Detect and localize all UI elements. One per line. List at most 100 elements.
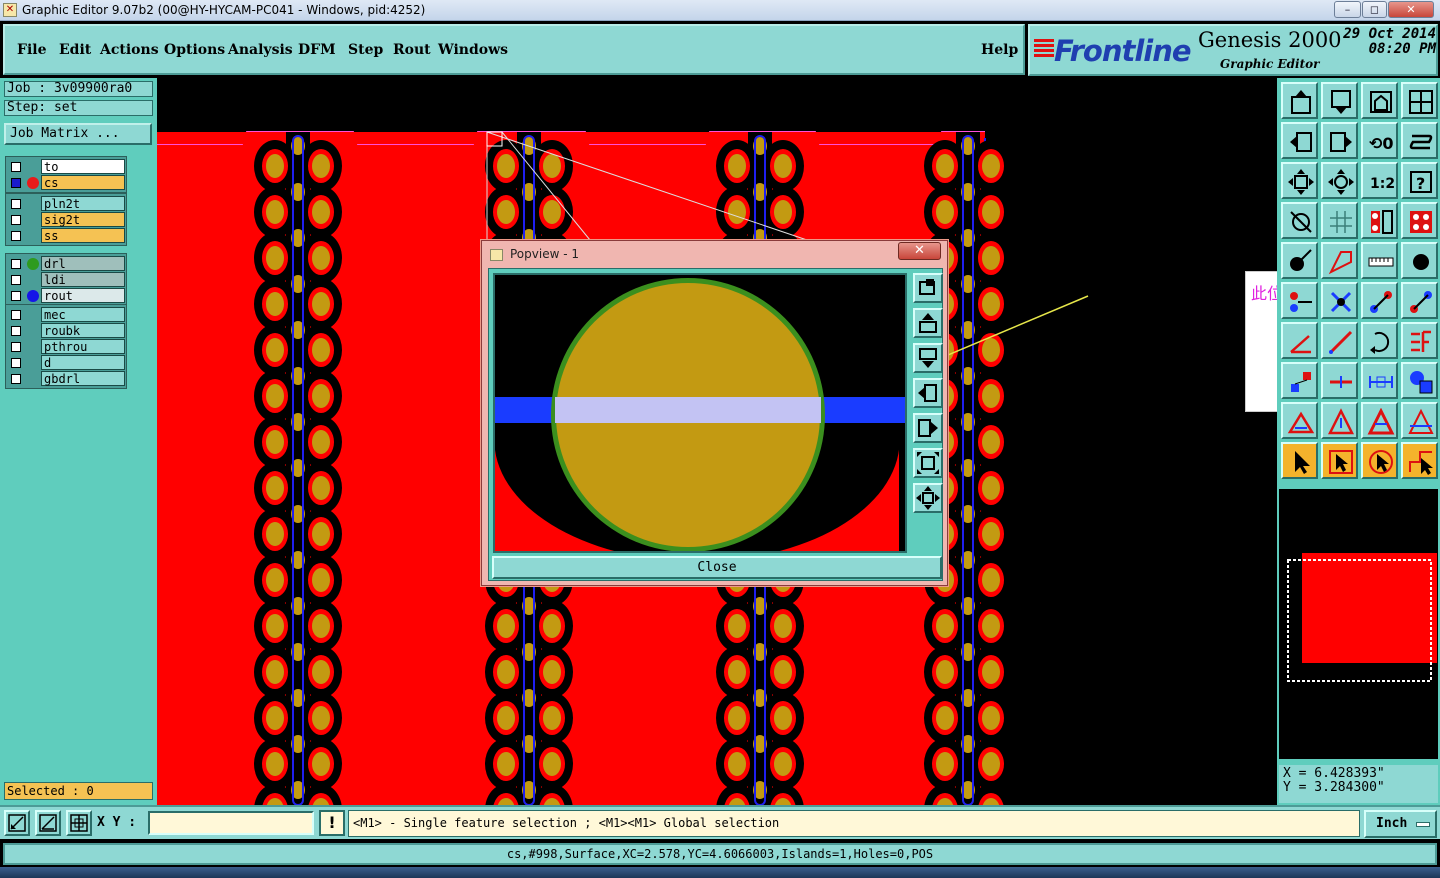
layer-name[interactable]: rout xyxy=(41,288,125,303)
layer-name[interactable]: drl xyxy=(41,256,125,271)
minimize-button[interactable]: – xyxy=(1334,1,1361,18)
menu-rout[interactable]: Rout xyxy=(393,42,431,58)
select-tool-button[interactable] xyxy=(1281,442,1318,479)
window-tool-button[interactable] xyxy=(1401,82,1438,119)
menu-actions[interactable]: Actions xyxy=(100,42,159,58)
layer-checkbox[interactable] xyxy=(11,310,21,320)
triangle-tool-button[interactable] xyxy=(1281,402,1318,439)
layer-down-tool-button[interactable] xyxy=(1321,82,1358,119)
layer-row-pthrou[interactable]: pthrou xyxy=(7,339,125,354)
layer-checkbox[interactable] xyxy=(11,215,21,225)
layer-row-gbdrl[interactable]: gbdrl xyxy=(7,371,125,386)
line-tool-button[interactable] xyxy=(1321,322,1358,359)
shapes-tool-button[interactable] xyxy=(1401,362,1438,399)
split-tool-button[interactable] xyxy=(1401,322,1438,359)
layer-checkbox[interactable] xyxy=(11,162,21,172)
layer-name[interactable]: roubk xyxy=(41,323,125,338)
layer-checkbox[interactable] xyxy=(11,199,21,209)
popview-pan-down-button[interactable] xyxy=(913,343,943,373)
popview-pan-right-button[interactable] xyxy=(913,413,943,443)
pan-left-tool-button[interactable] xyxy=(1281,122,1318,159)
popview-close-x[interactable]: ✕ xyxy=(898,242,941,260)
layer-row-to[interactable]: to xyxy=(7,159,125,174)
popview-pan-left-button[interactable] xyxy=(913,378,943,408)
select-box-tool-button[interactable] xyxy=(1321,442,1358,479)
layer-name[interactable]: ss xyxy=(41,228,125,243)
snake-tool-button[interactable] xyxy=(1401,122,1438,159)
job-matrix-button[interactable]: Job Matrix ... xyxy=(4,123,152,145)
menu-file[interactable]: File xyxy=(17,42,46,58)
home-tool-button[interactable] xyxy=(1361,82,1398,119)
warning-button[interactable]: ! xyxy=(319,810,345,836)
layer-checkbox[interactable] xyxy=(11,231,21,241)
popview-zoom-fit-button[interactable] xyxy=(913,448,943,478)
cross-tool-button[interactable] xyxy=(1321,282,1358,319)
snap-angle-icon[interactable] xyxy=(35,810,61,836)
layer-checkbox[interactable] xyxy=(11,342,21,352)
pads-red-tool-button[interactable] xyxy=(1401,202,1438,239)
popview-close-button[interactable]: Close xyxy=(492,556,942,579)
select-path-tool-button[interactable] xyxy=(1401,442,1438,479)
circle-tool-button[interactable] xyxy=(1401,242,1438,279)
xy-input[interactable] xyxy=(148,811,314,835)
layer-name[interactable]: gbdrl xyxy=(41,371,125,386)
layer-row-ldi[interactable]: ldi xyxy=(7,272,125,287)
menu-help[interactable]: Help xyxy=(981,42,1018,58)
menu-options[interactable]: Options xyxy=(164,42,225,58)
layer-row-ss[interactable]: ss xyxy=(7,228,125,243)
layer-checkbox[interactable] xyxy=(11,178,21,188)
popview-zoom-center-button[interactable] xyxy=(913,483,943,513)
layer-row-d[interactable]: d xyxy=(7,355,125,370)
layer-name[interactable]: to xyxy=(41,159,125,174)
link-tool-button[interactable] xyxy=(1361,282,1398,319)
close-window-button[interactable]: ✕ xyxy=(1388,1,1434,18)
layer-name[interactable]: d xyxy=(41,355,125,370)
ruler-tool-button[interactable] xyxy=(1361,242,1398,279)
layer-checkbox[interactable] xyxy=(11,259,21,269)
popview-zoom-window-button[interactable] xyxy=(913,273,943,303)
snap-mode-icon[interactable] xyxy=(4,810,30,836)
layer-row-roubk[interactable]: roubk xyxy=(7,323,125,338)
layer-row-rout[interactable]: rout xyxy=(7,288,125,303)
menu-windows[interactable]: Windows xyxy=(438,42,508,58)
unit-selector[interactable]: Inch xyxy=(1364,810,1437,838)
arc-tool-button[interactable] xyxy=(1361,322,1398,359)
layer-checkbox[interactable] xyxy=(11,326,21,336)
maximize-button[interactable]: ◻ xyxy=(1362,1,1387,18)
menu-edit[interactable]: Edit xyxy=(59,42,91,58)
menu-step[interactable]: Step xyxy=(348,42,383,58)
dimension-tool-button[interactable] xyxy=(1361,362,1398,399)
menu-analysis[interactable]: Analysis xyxy=(228,42,293,58)
pointer-tool-button[interactable] xyxy=(1281,242,1318,279)
layer-row-pln2t[interactable]: pln2t xyxy=(7,196,125,211)
layer-name[interactable]: pthrou xyxy=(41,339,125,354)
help-tool-button[interactable]: ? xyxy=(1401,162,1438,199)
triangle-c-tool-button[interactable] xyxy=(1361,402,1398,439)
layer-checkbox[interactable] xyxy=(11,275,21,285)
link-red-tool-button[interactable] xyxy=(1401,282,1438,319)
popview-canvas[interactable] xyxy=(493,273,907,553)
layer-name[interactable]: ldi xyxy=(41,272,125,287)
layer-row-mec[interactable]: mec xyxy=(7,307,125,322)
layer-up-tool-button[interactable] xyxy=(1281,82,1318,119)
pads-tool-button[interactable] xyxy=(1361,202,1398,239)
snap-grid-icon[interactable] xyxy=(66,810,92,836)
grid-tool-button[interactable] xyxy=(1321,202,1358,239)
menu-dfm[interactable]: DFM xyxy=(298,42,336,58)
layer-name[interactable]: mec xyxy=(41,307,125,322)
layer-checkbox[interactable] xyxy=(11,291,21,301)
layer-row-cs[interactable]: cs xyxy=(7,175,125,190)
zoom-fit-tool-button[interactable] xyxy=(1281,162,1318,199)
pan-right-tool-button[interactable] xyxy=(1321,122,1358,159)
layer-row-drl[interactable]: drl xyxy=(7,256,125,271)
layer-row-sig2t[interactable]: sig2t xyxy=(7,212,125,227)
scale-1-2-tool-button[interactable]: 1:2 xyxy=(1361,162,1398,199)
dash-tool-button[interactable] xyxy=(1321,362,1358,399)
popview-pan-up-button[interactable] xyxy=(913,308,943,338)
angle-tool-button[interactable] xyxy=(1281,322,1318,359)
triangle-d-tool-button[interactable] xyxy=(1401,402,1438,439)
triangle-b-tool-button[interactable] xyxy=(1321,402,1358,439)
measure-tool-button[interactable] xyxy=(1281,202,1318,239)
select-circle-tool-button[interactable] xyxy=(1361,442,1398,479)
layer-checkbox[interactable] xyxy=(11,358,21,368)
